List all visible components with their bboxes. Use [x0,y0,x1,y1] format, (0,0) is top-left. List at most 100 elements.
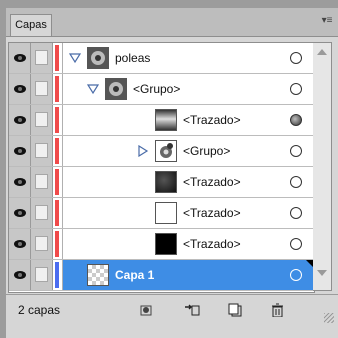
expand-triangle-icon[interactable] [69,52,81,64]
pulley-icon [109,82,123,96]
pulley-icon [160,143,173,158]
layer-color-indicator [55,200,59,226]
layer-name: <Grupo> [183,144,231,158]
layer-content[interactable]: <Trazado> [63,105,314,135]
layer-content[interactable]: <Trazado> [63,198,314,228]
layer-color-indicator [55,138,59,164]
eye-icon [14,85,26,93]
eye-icon [14,54,26,62]
layer-color-indicator [55,107,59,133]
tab-capas[interactable]: Capas [10,14,52,36]
lock-box [35,143,48,158]
lock-toggle[interactable] [31,198,53,228]
layer-row-trazado[interactable]: <Trazado> [9,229,314,260]
layer-thumbnail [155,233,177,255]
lock-box [35,236,48,251]
visibility-toggle[interactable] [9,260,31,290]
target-circle-icon[interactable] [290,269,302,281]
window-frame-top [0,0,338,8]
layer-color-indicator [55,45,59,71]
layer-content[interactable]: <Grupo> [63,74,314,104]
layer-name: <Trazado> [183,206,241,220]
layer-color-indicator [55,262,59,288]
lock-toggle[interactable] [31,136,53,166]
layer-row-grupo[interactable]: <Grupo> [9,74,314,105]
eye-icon [14,147,26,155]
target-circle-icon[interactable] [290,145,302,157]
layer-thumbnail [155,202,177,224]
target-circle-icon[interactable] [290,52,302,64]
scroll-up-arrow-icon[interactable] [317,49,327,55]
visibility-toggle[interactable] [9,74,31,104]
visibility-toggle[interactable] [9,229,31,259]
layers-list: poleas <Grupo> <Trazado> <Grupo> <Trazad… [8,42,315,293]
resize-grip-icon[interactable] [324,313,334,323]
lock-box [35,267,48,282]
panel-tab-bar: Capas ▾≡ [6,8,338,37]
layer-thumbnail [155,140,177,162]
target-circle-icon[interactable] [290,114,302,126]
layer-content[interactable]: <Trazado> [63,229,314,259]
layer-row-trazado[interactable]: <Trazado> [9,105,314,136]
target-circle-icon[interactable] [290,238,302,250]
eye-icon [14,271,26,279]
lock-toggle[interactable] [31,229,53,259]
scroll-down-arrow-icon[interactable] [317,270,327,276]
visibility-toggle[interactable] [9,167,31,197]
layer-name: Capa 1 [115,268,155,282]
layer-row-poleas[interactable]: poleas [9,43,314,74]
target-circle-icon[interactable] [290,176,302,188]
collapsed-triangle-icon[interactable] [137,145,149,157]
pulley-icon [91,51,105,65]
layer-color-indicator [55,169,59,195]
eye-icon [14,209,26,217]
make-clipping-mask-icon[interactable] [138,303,154,317]
lock-box [35,112,48,127]
layer-name: <Trazado> [183,175,241,189]
layer-name: <Trazado> [183,237,241,251]
target-circle-icon[interactable] [290,83,302,95]
panel-footer: 2 capas [6,294,338,325]
layers-panel: Capas ▾≡ poleas <Grupo> <Trazado> <Grupo… [6,8,338,338]
lock-toggle[interactable] [31,167,53,197]
lock-box [35,205,48,220]
lock-toggle[interactable] [31,105,53,135]
layer-thumbnail [155,171,177,193]
layer-thumbnail [87,264,109,286]
visibility-toggle[interactable] [9,105,31,135]
layer-color-indicator [55,76,59,102]
layer-name: poleas [115,51,151,65]
layer-thumbnail [155,109,177,131]
expand-triangle-icon[interactable] [87,83,99,95]
new-sublayer-icon[interactable] [184,303,200,317]
visibility-toggle[interactable] [9,198,31,228]
layer-row-capa-1[interactable]: Capa 1 [9,260,314,291]
layer-name: <Trazado> [183,113,241,127]
lock-toggle[interactable] [31,74,53,104]
layer-count: 2 capas [18,303,61,317]
lock-toggle[interactable] [31,260,53,290]
layer-content[interactable]: <Grupo> [63,136,314,166]
trash-icon[interactable] [270,303,286,317]
new-layer-icon[interactable] [228,303,244,317]
eye-icon [14,116,26,124]
layer-content[interactable]: Capa 1 [63,260,314,290]
vertical-scrollbar[interactable] [313,42,332,291]
layer-row-grupo[interactable]: <Grupo> [9,136,314,167]
layer-thumbnail [105,78,127,100]
eye-icon [14,178,26,186]
layer-color-indicator [55,231,59,257]
layer-content[interactable]: <Trazado> [63,167,314,197]
panel-menu-icon[interactable]: ▾≡ [320,14,334,28]
layer-row-trazado[interactable]: <Trazado> [9,167,314,198]
visibility-toggle[interactable] [9,136,31,166]
lock-toggle[interactable] [31,43,53,73]
target-circle-icon[interactable] [290,207,302,219]
lock-box [35,50,48,65]
layer-content[interactable]: poleas [63,43,314,73]
layer-name: <Grupo> [133,82,181,96]
lock-box [35,174,48,189]
visibility-toggle[interactable] [9,43,31,73]
layer-row-trazado[interactable]: <Trazado> [9,198,314,229]
lock-box [35,81,48,96]
